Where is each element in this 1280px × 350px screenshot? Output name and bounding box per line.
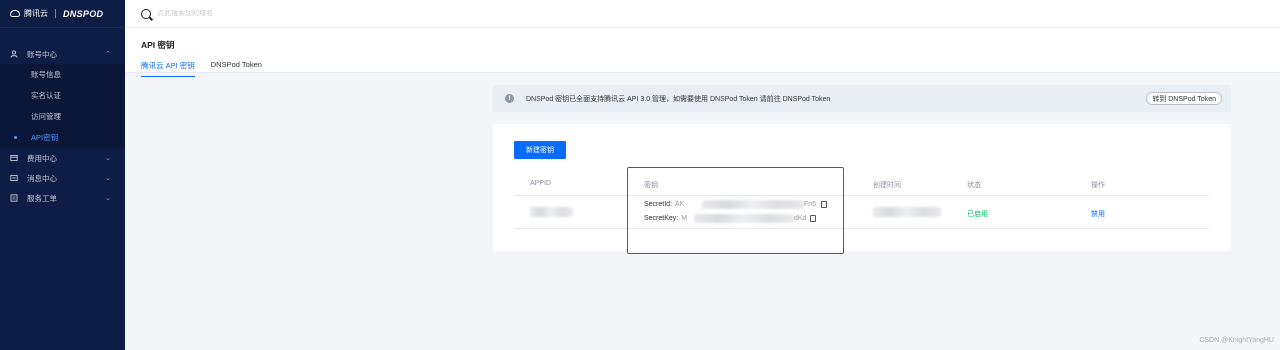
cloud-logo-icon [10, 10, 20, 17]
sidebar-item-billing[interactable]: 费用中心 ⌄ [0, 148, 125, 168]
user-icon [10, 50, 18, 58]
chevron-down-icon: ⌄ [105, 175, 111, 182]
column-header-operations: 操作 [1091, 182, 1105, 189]
status-badge: 已启用 [967, 211, 988, 218]
search-input[interactable] [157, 10, 357, 17]
tab-bar: 腾讯云 API 密钥 DNSPod Token [141, 60, 1280, 77]
highlight-box [627, 167, 844, 254]
api-key-card: 新建密钥 APPID 密钥 创建时间 状态 操作 SecretId: AK Fn… [493, 124, 1231, 251]
page-title: API 密钥 [141, 40, 175, 50]
chevron-up-icon: ⌃ [105, 51, 111, 58]
logo-divider [55, 9, 56, 18]
account-submenu: 账号信息 实名认证 访问管理 API密钥 [0, 64, 125, 148]
column-header-created: 创建时间 [873, 182, 901, 189]
watermark: CSDN @KnightYangHU [1199, 337, 1274, 344]
sidebar-subitem-label: API密钥 [31, 133, 59, 142]
sidebar-item-label: 费用中心 [27, 153, 57, 163]
sidebar-item-label: 消息中心 [27, 173, 57, 183]
sidebar-item-tickets[interactable]: 服务工单 ⌄ [0, 188, 125, 208]
sidebar-subitem-access[interactable]: 访问管理 [0, 106, 125, 127]
sidebar-item-label: 服务工单 [27, 193, 57, 203]
sidebar-subitem-label: 实名认证 [31, 91, 61, 100]
sidebar-nav: 账号中心 ⌃ 账号信息 实名认证 访问管理 API密钥 费用中心 ⌄ 消息中心 … [0, 44, 125, 208]
api-key-table: APPID 密钥 创建时间 状态 操作 SecretId: AK Fn5 Sec… [514, 174, 1209, 229]
chevron-down-icon: ⌄ [105, 155, 111, 162]
dnspod-logo-text: DNSPOD [63, 8, 104, 19]
disable-link[interactable]: 禁用 [1091, 209, 1105, 219]
sidebar-subitem-label: 账号信息 [31, 70, 61, 79]
goto-dnspod-token-button[interactable]: 转到 DNSPod Token [1146, 92, 1222, 105]
top-bar [125, 0, 1280, 28]
notice-text: DNSPod 密钥已全面支持腾讯云 API 3.0 管理，如需要使用 DNSPo… [526, 95, 831, 103]
column-header-appid: APPID [530, 180, 552, 187]
page-header: API 密钥 腾讯云 API 密钥 DNSPod Token [125, 28, 1280, 77]
info-icon: ! [505, 94, 514, 103]
sidebar-item-label: 账号中心 [27, 49, 57, 59]
sidebar-subitem-account-info[interactable]: 账号信息 [0, 64, 125, 85]
table-header: APPID 密钥 创建时间 状态 操作 [514, 174, 1209, 196]
sidebar-item-account[interactable]: 账号中心 ⌃ [0, 44, 125, 64]
create-key-button[interactable]: 新建密钥 [514, 141, 566, 159]
search-icon[interactable] [141, 8, 151, 19]
billing-icon [10, 154, 18, 162]
column-header-status: 状态 [967, 182, 981, 189]
chevron-down-icon: ⌄ [105, 195, 111, 202]
sidebar-subitem-verification[interactable]: 实名认证 [0, 85, 125, 106]
sidebar-subitem-api-key[interactable]: API密钥 [0, 127, 125, 148]
table-row: SecretId: AK Fn5 SecretKey: M dKd 已启用 禁用 [514, 196, 1209, 229]
redacted-appid [530, 207, 573, 217]
redacted-created-time [873, 207, 941, 217]
message-icon [10, 174, 18, 182]
ticket-icon [10, 194, 18, 202]
sidebar-item-messages[interactable]: 消息中心 ⌄ [0, 168, 125, 188]
tab-dnspod-token[interactable]: DNSPod Token [211, 60, 262, 77]
logo[interactable]: 腾讯云 DNSPOD [0, 0, 125, 28]
sidebar-subitem-label: 访问管理 [31, 112, 61, 121]
notice-banner: ! DNSPod 密钥已全面支持腾讯云 API 3.0 管理，如需要使用 DNS… [493, 85, 1231, 112]
sidebar: 腾讯云 DNSPOD 账号中心 ⌃ 账号信息 实名认证 访问管理 API密钥 费… [0, 0, 125, 350]
tencent-logo-text: 腾讯云 [24, 9, 48, 18]
tab-tencent-api-key[interactable]: 腾讯云 API 密钥 [141, 60, 195, 77]
